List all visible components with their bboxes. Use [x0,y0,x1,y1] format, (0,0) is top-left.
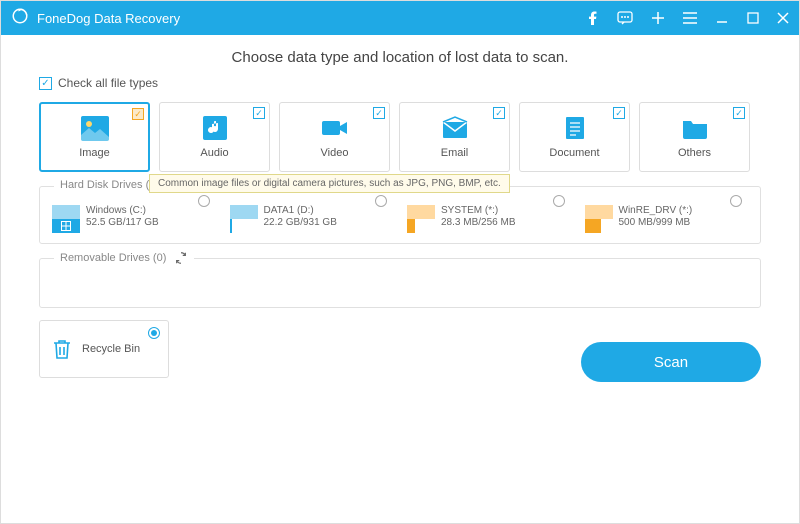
type-card-audio[interactable]: ✓ Audio [159,102,270,172]
type-checkbox[interactable]: ✓ [132,108,144,120]
recycle-label: Recycle Bin [82,343,140,355]
drive-name: Windows (C:) [86,205,159,216]
type-card-document[interactable]: ✓ Document [519,102,630,172]
removable-title-text: Removable Drives (0) [60,252,166,264]
minimize-icon[interactable] [715,11,729,25]
type-label: Image [79,147,110,159]
audio-icon [200,115,230,141]
removable-section-title: Removable Drives (0) [54,251,194,265]
titlebar-actions [587,11,789,25]
type-card-image[interactable]: ✓ Image [39,102,150,172]
refresh-icon[interactable] [174,251,188,265]
document-icon [560,115,590,141]
type-card-video[interactable]: ✓ Video [279,102,390,172]
type-label: Others [678,147,711,159]
check-all-types[interactable]: ✓ Check all file types [39,76,761,90]
drive-icon [407,205,435,233]
plus-icon[interactable] [651,11,665,25]
image-icon [80,115,110,141]
type-label: Email [441,147,469,159]
type-label: Document [549,147,599,159]
type-checkbox[interactable]: ✓ [733,107,745,119]
recycle-radio[interactable] [148,327,160,339]
type-label: Video [321,147,349,159]
folder-icon [680,115,710,141]
drive-item[interactable]: SYSTEM (*:)28.3 MB/256 MB [407,205,571,233]
recycle-bin-card[interactable]: Recycle Bin [39,320,169,378]
drive-name: SYSTEM (*:) [441,205,515,216]
app-title: FoneDog Data Recovery [37,11,180,26]
drive-radio[interactable] [198,195,210,207]
drive-name: DATA1 (D:) [264,205,337,216]
menu-icon[interactable] [683,12,697,24]
drive-item[interactable]: Windows (C:)52.5 GB/117 GB [52,205,216,233]
drive-size: 28.3 MB/256 MB [441,217,515,228]
close-icon[interactable] [777,12,789,24]
type-checkbox[interactable]: ✓ [373,107,385,119]
type-checkbox[interactable]: ✓ [613,107,625,119]
titlebar: FoneDog Data Recovery [1,1,799,35]
drive-icon [52,205,80,233]
feedback-icon[interactable] [617,11,633,25]
drive-radio[interactable] [553,195,565,207]
scan-button[interactable]: Scan [581,342,761,382]
drive-size: 500 MB/999 MB [619,217,693,228]
type-card-email[interactable]: ✓ Email [399,102,510,172]
facebook-icon[interactable] [587,11,599,25]
drive-icon [230,205,258,233]
drive-radio[interactable] [730,195,742,207]
app-logo-icon [11,7,37,30]
type-label: Audio [200,147,228,159]
page-heading: Choose data type and location of lost da… [39,49,761,66]
check-all-label: Check all file types [58,76,158,90]
drive-radio[interactable] [375,195,387,207]
video-icon [320,115,350,141]
drive-item[interactable]: DATA1 (D:)22.2 GB/931 GB [230,205,394,233]
type-card-others[interactable]: ✓ Others [639,102,750,172]
drive-size: 52.5 GB/117 GB [86,217,159,228]
type-checkbox[interactable]: ✓ [253,107,265,119]
drive-name: WinRE_DRV (*:) [619,205,693,216]
removable-section: Removable Drives (0) [39,258,761,308]
drive-icon [585,205,613,233]
check-all-checkbox[interactable]: ✓ [39,77,52,90]
maximize-icon[interactable] [747,12,759,24]
file-types-row: ✓ Image ✓ Audio ✓ Video ✓ Email ✓ Docume… [39,102,761,172]
type-checkbox[interactable]: ✓ [493,107,505,119]
drive-item[interactable]: WinRE_DRV (*:)500 MB/999 MB [585,205,749,233]
drive-size: 22.2 GB/931 GB [264,217,337,228]
tooltip: Common image files or digital camera pic… [149,174,510,193]
email-icon [440,115,470,141]
hdd-section: Hard Disk Drives (4) Windows (C:)52.5 GB… [39,186,761,244]
trash-icon [50,337,74,361]
